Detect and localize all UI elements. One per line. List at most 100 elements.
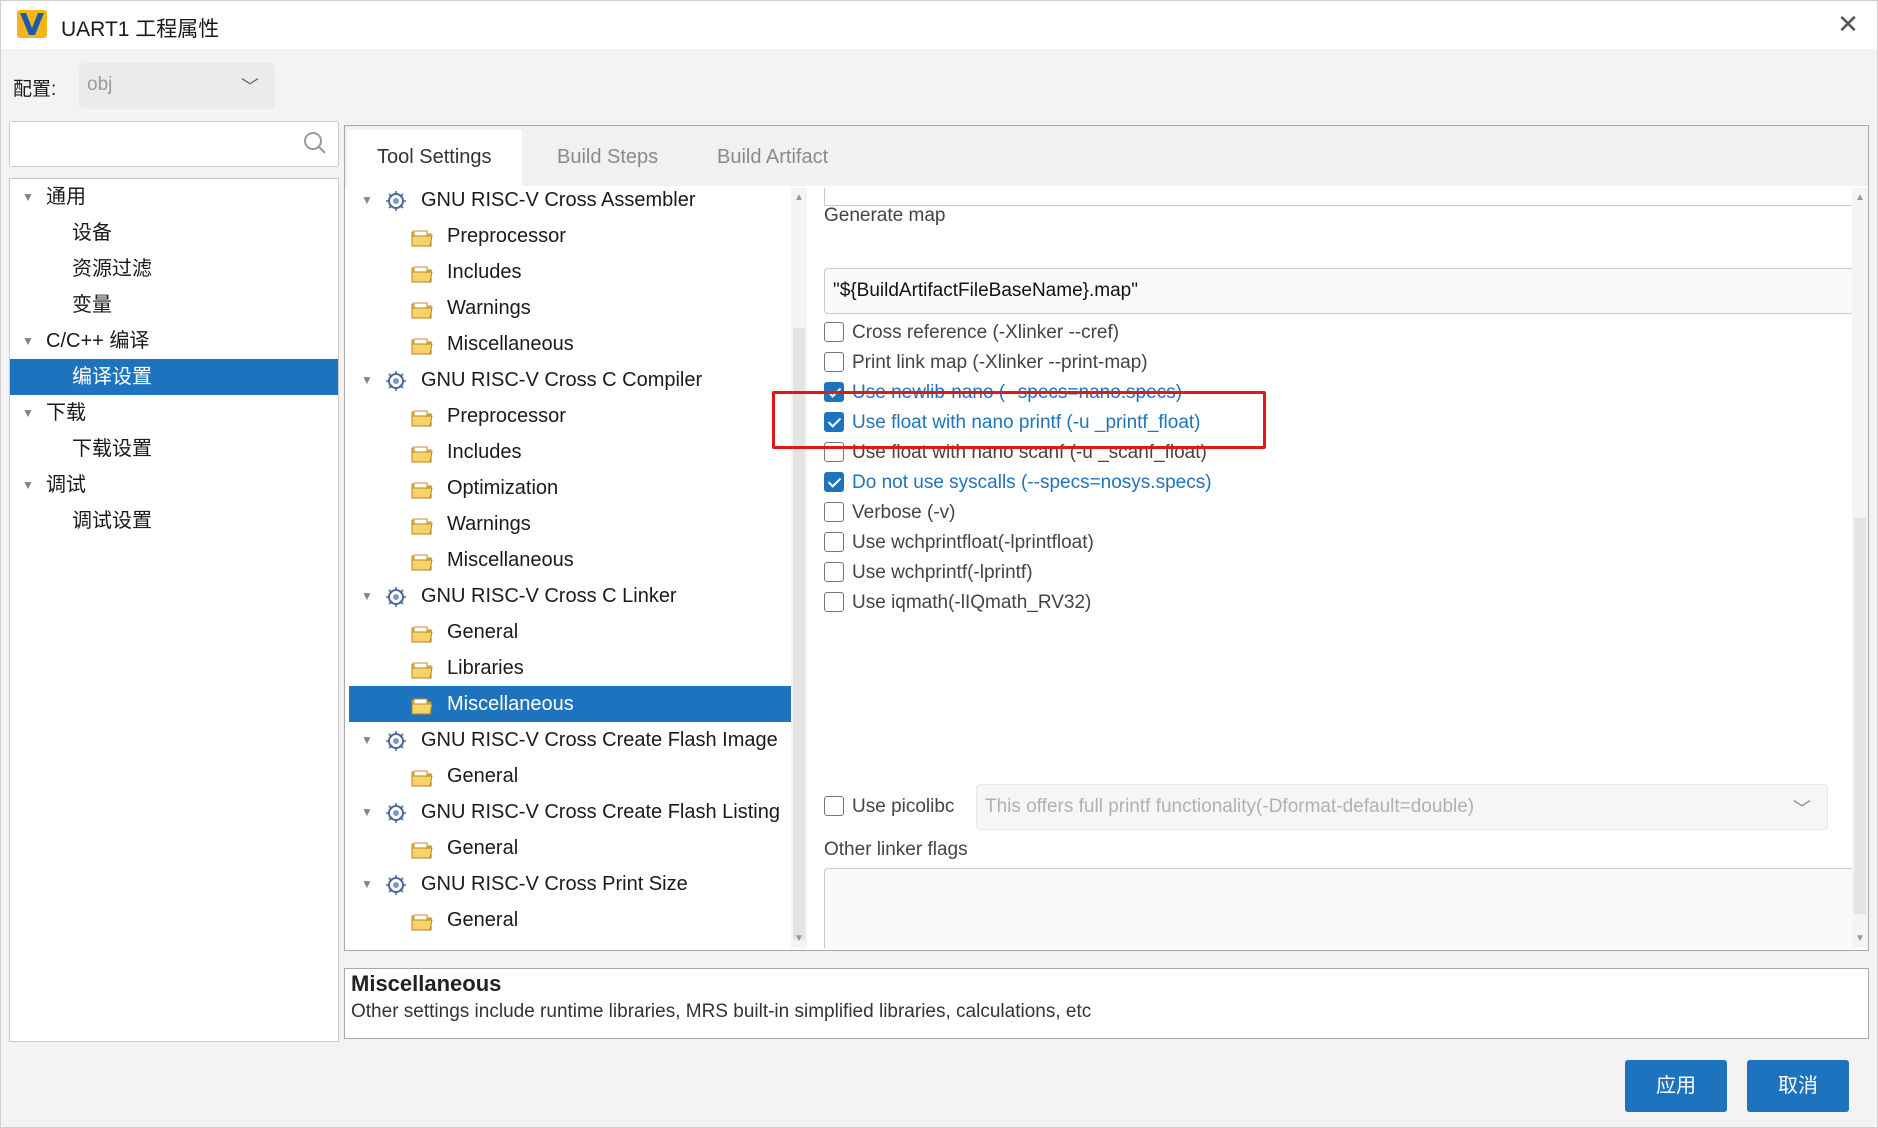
cancel-button[interactable]: 取消: [1747, 1060, 1849, 1112]
tool-tree-node[interactable]: ▼ GNU RISC-V Cross Create Flash Image: [349, 722, 791, 758]
left-tree-item-label: 调试: [46, 474, 86, 496]
tool-tree-item[interactable]: Optimization: [349, 470, 791, 506]
expand-toggle-icon[interactable]: ▼: [361, 794, 373, 830]
tool-tree-label: Miscellaneous: [447, 693, 574, 715]
tool-tree-node[interactable]: ▼ GNU RISC-V Cross Create Flash Listing: [349, 794, 791, 830]
description-title: Miscellaneous: [351, 971, 502, 996]
apply-button[interactable]: 应用: [1625, 1060, 1727, 1112]
tool-tree-node[interactable]: ▼ GNU RISC-V Cross C Linker: [349, 578, 791, 614]
tool-tree-label: GNU RISC-V Cross C Compiler: [421, 369, 703, 391]
config-select[interactable]: obj ﹀: [79, 63, 275, 109]
tab-label: Build Artifact: [717, 146, 829, 168]
gear-icon: [385, 800, 409, 823]
tool-tree-item[interactable]: General: [349, 830, 791, 866]
folder-icon: [411, 908, 435, 931]
tab-build-steps[interactable]: Build Steps: [527, 130, 688, 186]
checkbox-unchecked[interactable]: [824, 352, 844, 372]
generate-map-input[interactable]: "${BuildArtifactFileBaseName}.map": [824, 268, 1852, 314]
tool-tree-item[interactable]: Miscellaneous: [349, 542, 791, 578]
checkbox-unchecked[interactable]: [824, 562, 844, 582]
tool-tree-item[interactable]: General: [349, 758, 791, 794]
left-tree-item[interactable]: 调试设置: [10, 503, 338, 539]
tool-tree-item[interactable]: Warnings: [349, 290, 791, 326]
tool-tree-item[interactable]: General: [349, 614, 791, 650]
tool-tree-item[interactable]: Preprocessor: [349, 398, 791, 434]
tab-label: Build Steps: [557, 146, 659, 168]
linker-option-checkbox[interactable]: Use wchprintf(-lprintf): [824, 558, 1033, 588]
tool-tree-item[interactable]: Includes: [349, 434, 791, 470]
scroll-down-arrow-icon[interactable]: ▼: [794, 933, 804, 944]
expand-toggle-icon[interactable]: ▼: [22, 323, 34, 359]
left-tree-item-label: 通用: [46, 186, 86, 208]
left-tree-item[interactable]: ▼ 调试: [10, 467, 338, 503]
checkbox-unchecked[interactable]: [824, 532, 844, 552]
tool-tree-item[interactable]: Libraries: [349, 650, 791, 686]
linker-option-checkbox[interactable]: Print link map (-Xlinker --print-map): [824, 348, 1148, 378]
settings-scrollbar[interactable]: ▲ ▼: [1852, 188, 1868, 948]
close-icon[interactable]: ✕: [1833, 9, 1863, 39]
use-picolibc-checkbox[interactable]: Use picolibc: [824, 792, 954, 822]
linker-option-checkbox[interactable]: Use iqmath(-lIQmath_RV32): [824, 588, 1091, 618]
expand-toggle-icon[interactable]: ▼: [22, 179, 34, 215]
checkbox-label: Print link map (-Xlinker --print-map): [852, 352, 1148, 373]
tool-tree-node[interactable]: ▼ GNU RISC-V Cross Print Size: [349, 866, 791, 902]
tool-tree-item[interactable]: Warnings: [349, 506, 791, 542]
scrollbar-thumb[interactable]: [1854, 518, 1866, 914]
linker-option-checkbox[interactable]: Cross reference (-Xlinker --cref): [824, 318, 1119, 348]
expand-toggle-icon[interactable]: ▼: [361, 722, 373, 758]
scroll-down-arrow-icon[interactable]: ▼: [1855, 933, 1865, 944]
folder-icon: [411, 512, 435, 535]
checkbox-checked[interactable]: [824, 472, 844, 492]
checkbox-label: Use wchprintf(-lprintf): [852, 562, 1033, 583]
left-tree-item[interactable]: ▼ C/C++ 编译: [10, 323, 338, 359]
picolibc-option-select[interactable]: This offers full printf functionality(-D…: [976, 784, 1828, 830]
linker-option-checkbox[interactable]: Verbose (-v): [824, 498, 955, 528]
checkbox-unchecked[interactable]: [824, 502, 844, 522]
checkbox-unchecked[interactable]: [824, 322, 844, 342]
tool-tree-label: Optimization: [447, 477, 559, 499]
tool-tree-label: GNU RISC-V Cross Assembler: [421, 189, 696, 211]
left-tree-item[interactable]: 设备: [10, 215, 338, 251]
tool-tree-label: Miscellaneous: [447, 333, 574, 355]
expand-toggle-icon[interactable]: ▼: [361, 578, 373, 614]
tool-tree-item[interactable]: Preprocessor: [349, 218, 791, 254]
expand-toggle-icon[interactable]: ▼: [361, 188, 373, 218]
tool-tree-label: Preprocessor: [447, 225, 566, 247]
checkbox-box[interactable]: [824, 796, 844, 816]
left-tree-item[interactable]: 编译设置: [10, 359, 338, 395]
tool-tree-item[interactable]: Includes: [349, 254, 791, 290]
clipped-field[interactable]: [824, 188, 1852, 206]
left-tree-item[interactable]: ▼ 通用: [10, 179, 338, 215]
left-tree-item-label: 下载: [46, 402, 86, 424]
linker-option-checkbox[interactable]: Do not use syscalls (--specs=nosys.specs…: [824, 468, 1212, 498]
filter-input[interactable]: [9, 121, 339, 167]
title-bar: UART1 工程属性 ✕: [1, 1, 1877, 49]
linker-option-checkbox[interactable]: Use wchprintfloat(-lprintfloat): [824, 528, 1094, 558]
other-linker-flags-textarea[interactable]: [824, 868, 1852, 948]
left-tree-item-label: C/C++ 编译: [46, 330, 150, 352]
left-tree-item[interactable]: 下载设置: [10, 431, 338, 467]
tab-bar: Tool Settings Build Steps Build Artifact: [345, 126, 1868, 186]
folder-icon: [411, 296, 435, 319]
tab-build-artifact[interactable]: Build Artifact: [687, 130, 858, 186]
expand-toggle-icon[interactable]: ▼: [22, 467, 34, 503]
checkbox-unchecked[interactable]: [824, 592, 844, 612]
tool-tree-item[interactable]: Miscellaneous: [349, 686, 791, 722]
tool-tree-scrollbar[interactable]: ▲ ▼: [791, 188, 807, 948]
tab-tool-settings[interactable]: Tool Settings: [347, 130, 522, 186]
highlight-annotation-box: [772, 391, 1266, 449]
expand-toggle-icon[interactable]: ▼: [361, 866, 373, 902]
tool-tree-label: Libraries: [447, 657, 524, 679]
left-tree-item[interactable]: 资源过滤: [10, 251, 338, 287]
tool-tree-item[interactable]: General: [349, 902, 791, 938]
expand-toggle-icon[interactable]: ▼: [22, 395, 34, 431]
tool-tree-label: Miscellaneous: [447, 549, 574, 571]
tool-tree-node[interactable]: ▼ GNU RISC-V Cross C Compiler: [349, 362, 791, 398]
scroll-up-arrow-icon[interactable]: ▲: [794, 192, 804, 203]
tool-tree-item[interactable]: Miscellaneous: [349, 326, 791, 362]
tool-tree-node[interactable]: ▼ GNU RISC-V Cross Assembler: [349, 188, 791, 218]
expand-toggle-icon[interactable]: ▼: [361, 362, 373, 398]
left-tree-item[interactable]: 变量: [10, 287, 338, 323]
scroll-up-arrow-icon[interactable]: ▲: [1855, 192, 1865, 203]
left-tree-item[interactable]: ▼ 下载: [10, 395, 338, 431]
